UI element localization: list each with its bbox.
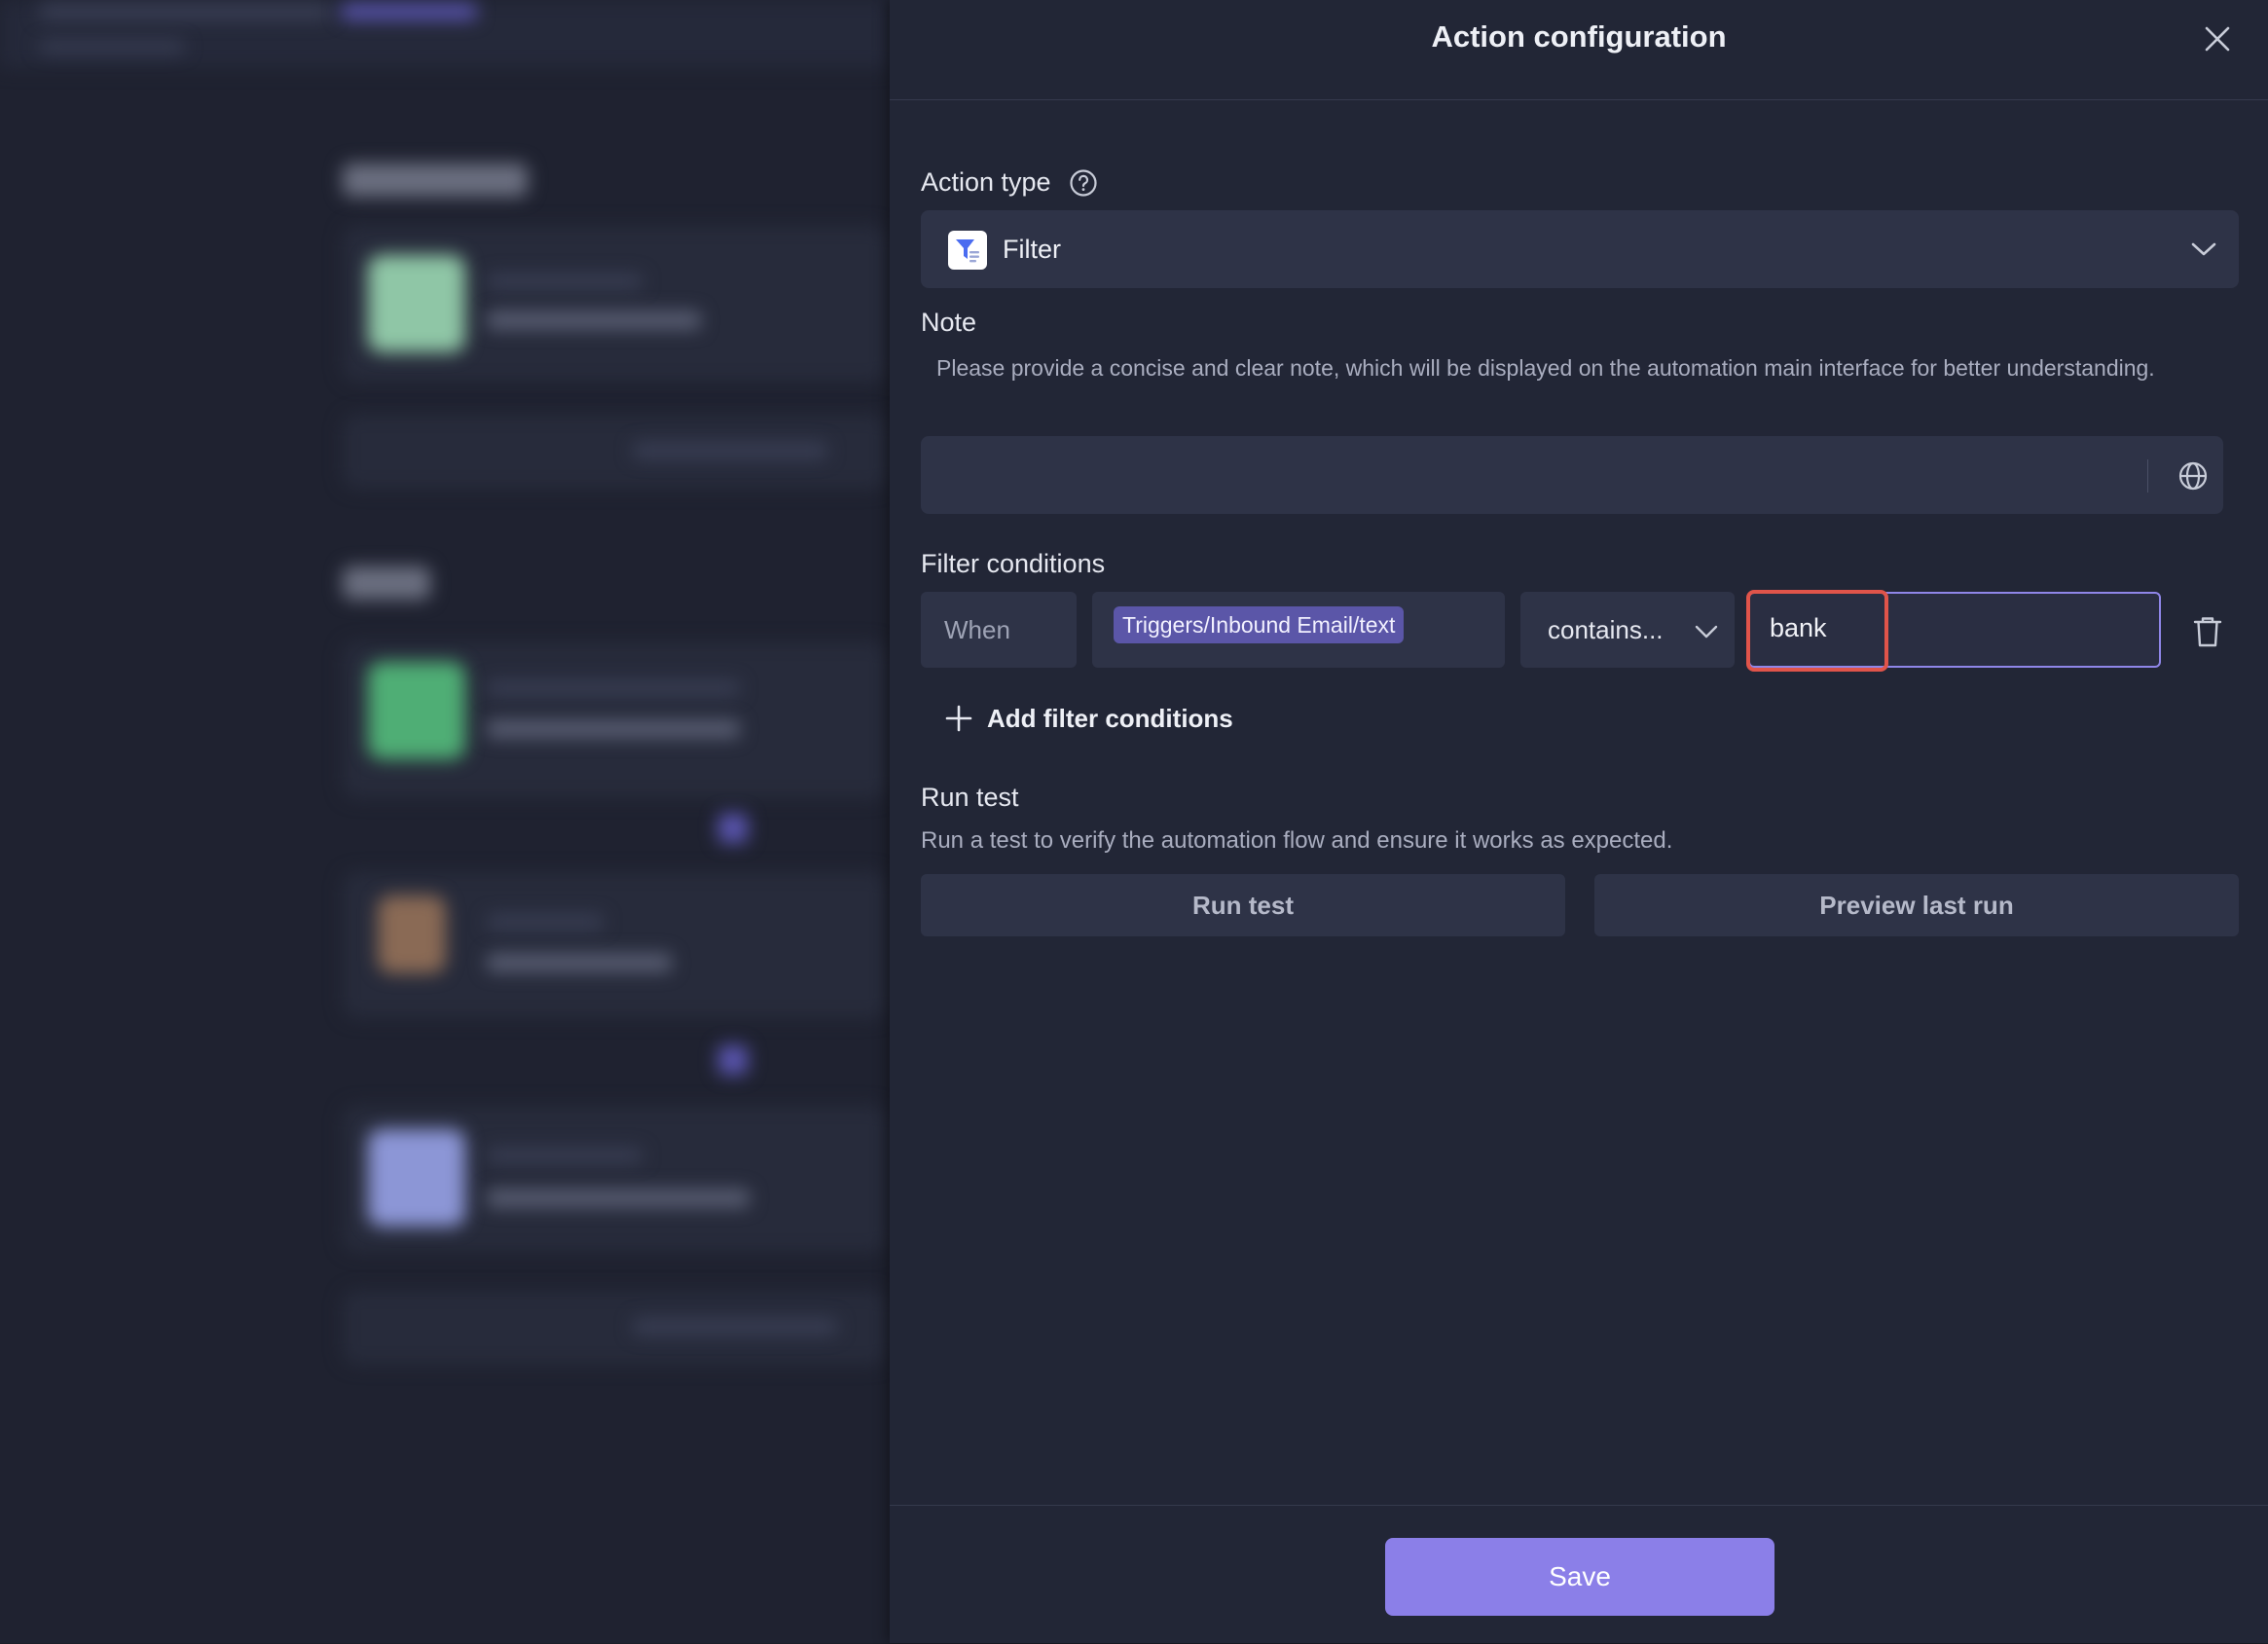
background-text-line [633,1319,837,1334]
background-avatar [368,662,465,759]
background-section-heading [343,566,430,600]
background-text-line [487,311,701,329]
add-filter-conditions-label: Add filter conditions [987,703,1233,733]
close-button[interactable] [2198,19,2237,58]
note-field[interactable] [921,436,2223,514]
background-text-line [487,274,642,288]
note-label: Note [921,308,977,337]
background-text-line [487,681,740,695]
condition-value-input[interactable] [1750,594,2159,666]
plus-icon [945,705,972,732]
action-type-label: Action type [921,167,1051,197]
close-icon [2205,26,2230,52]
action-configuration-panel: Action configuration Action type Filter [890,0,2268,1643]
trash-icon[interactable] [2192,615,2223,648]
chevron-down-icon [2191,242,2216,256]
save-button[interactable]: Save [1385,1538,1774,1616]
blurred-background [0,0,890,1643]
background-tag [341,4,477,19]
background-connector [718,1045,748,1075]
background-subtitle [39,41,185,53]
background-text-line [487,915,604,929]
filter-conditions-label: Filter conditions [921,549,1106,578]
condition-when-box: When [921,592,1077,668]
filter-icon [948,231,987,270]
panel-footer: Save [890,1505,2268,1644]
background-avatar [378,895,446,973]
condition-operator-select[interactable]: contains... [1520,592,1735,668]
add-filter-conditions-button[interactable]: Add filter conditions [944,697,1233,740]
background-avatar [368,255,465,352]
note-divider [2147,459,2148,493]
action-type-value: Filter [1003,235,1061,264]
run-test-label: Run test [921,783,1019,812]
condition-operator-value: contains... [1548,615,1664,644]
run-test-button[interactable]: Run test [921,874,1565,936]
background-text-line [487,1149,642,1162]
panel-header: Action configuration [890,0,2268,100]
run-test-description: Run a test to verify the automation flow… [921,827,1673,854]
preview-last-run-button[interactable]: Preview last run [1594,874,2239,936]
action-type-select[interactable]: Filter [921,210,2239,288]
background-avatar [368,1129,465,1226]
background-text-line [487,720,740,738]
background-section-heading [343,164,528,197]
condition-value-field[interactable] [1748,592,2161,668]
background-breadcrumb [39,4,331,19]
background-text-line [633,443,827,458]
panel-title: Action configuration [1431,19,1727,54]
help-icon[interactable] [1069,168,1098,198]
note-description: Please provide a concise and clear note,… [936,355,2155,381]
condition-when-label: When [944,615,1010,644]
background-text-line [487,1189,750,1207]
condition-field-chip: Triggers/Inbound Email/text [1114,606,1405,643]
note-input[interactable] [921,436,2147,514]
background-connector [718,814,748,843]
chevron-down-icon [1695,625,1718,639]
globe-icon[interactable] [2177,459,2210,493]
condition-field-input[interactable]: Triggers/Inbound Email/text [1092,592,1505,668]
background-text-line [487,954,672,971]
